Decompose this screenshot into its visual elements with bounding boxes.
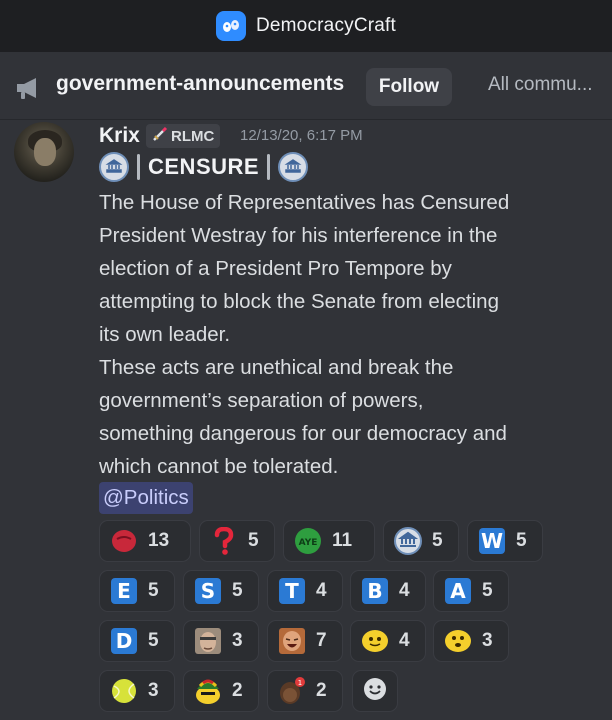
seal-emoji [394,527,422,555]
message-line: which cannot be tolerated. [99,455,339,478]
democracycraft-app-icon [215,11,246,41]
seal-icon [99,152,129,182]
tennis-ball-emoji [110,677,138,705]
window-titlebar: DemocracyCraft [0,0,612,52]
announcement-header: CENSURE [99,152,309,182]
letter-b-emoji: B [361,577,389,605]
channel-name: government-announcements [56,72,345,95]
header-separator [137,154,140,180]
letter-w-emoji: W [479,528,505,554]
window-title: DemocracyCraft [255,15,397,36]
reaction-letter-t[interactable]: T 4 [267,570,343,612]
reaction-yellow-blob-2[interactable]: 3 [433,620,509,662]
letter-s-emoji: S [194,577,222,605]
person-notification-emoji: 1 [278,677,306,705]
reaction-tennis-ball[interactable]: 3 [99,670,175,712]
reaction-yellow-blob[interactable]: 4 [350,620,426,662]
channel-header: government-announcements Follow All comm… [0,52,612,120]
message-body: The House of Representatives has Censure… [99,186,579,483]
message-line: President Westray for his interference i… [99,224,498,247]
reaction-person-notification[interactable]: 1 2 [267,670,343,712]
letter-d-emoji: D [110,627,138,655]
rasta-blob-emoji [194,677,222,705]
message-line: government’s separation of powers, [99,389,424,412]
announcement-title: CENSURE [148,154,260,179]
letter-a-emoji: A [444,577,472,605]
sword-icon [152,126,168,146]
reaction-rasta-blob[interactable]: 2 [183,670,259,712]
reaction-seal[interactable]: 5 [383,520,459,562]
header-separator [267,154,271,180]
reaction-letter-d[interactable]: D 5 [99,620,175,662]
author-name[interactable]: Krix [99,124,140,148]
man-face-emoji [194,627,222,655]
laughing-man-emoji [278,627,306,655]
message-line: its own leader. [99,323,231,346]
message-line: election of a President Pro Tempore by [99,257,452,280]
message-line: attempting to block the Senate from elec… [99,290,499,313]
yellow-blob-emoji [361,627,389,655]
reaction-letter-b[interactable]: B 4 [350,570,426,612]
follow-button[interactable]: Follow [366,68,452,106]
reaction-laughing-man[interactable]: 7 [267,620,343,662]
reaction-letter-s[interactable]: S 5 [183,570,259,612]
svg-text:1: 1 [298,679,302,687]
message-timestamp[interactable]: 12/13/20, 6:17 PM [240,127,363,144]
letter-e-emoji: E [110,577,138,605]
question-emoji [210,527,238,555]
role-badge-label: RLMC [171,127,215,145]
aye-emoji: AYE [294,527,322,555]
message-line: something dangerous for our democracy an… [99,422,507,445]
red-blob-emoji [110,527,138,555]
announcement-megaphone-icon [14,76,42,105]
reaction-red-blob[interactable]: 13 [99,520,191,562]
author-avatar[interactable] [14,122,74,182]
reaction-letter-e[interactable]: E 5 [99,570,175,612]
message-line: These acts are unethical and break the [99,356,454,379]
svg-text:AYE: AYE [299,538,318,548]
reaction-letter-w[interactable]: W 5 [467,520,543,562]
reaction-aye[interactable]: AYE 11 [283,520,375,562]
yellow-blob-emoji-2 [444,627,472,655]
role-mention[interactable]: @Politics [99,482,193,514]
reaction-man-face[interactable]: 3 [183,620,259,662]
reaction-question[interactable]: 5 [199,520,275,562]
all-communities-link[interactable]: All commu... [488,74,593,96]
smiley-add-icon [363,677,387,706]
reaction-letter-a[interactable]: A 5 [433,570,509,612]
add-reaction-button[interactable] [352,670,398,712]
message-line: The House of Representatives has Censure… [99,191,510,214]
letter-t-emoji: T [278,577,306,605]
seal-icon [278,152,309,182]
role-badge[interactable]: RLMC [146,124,221,148]
